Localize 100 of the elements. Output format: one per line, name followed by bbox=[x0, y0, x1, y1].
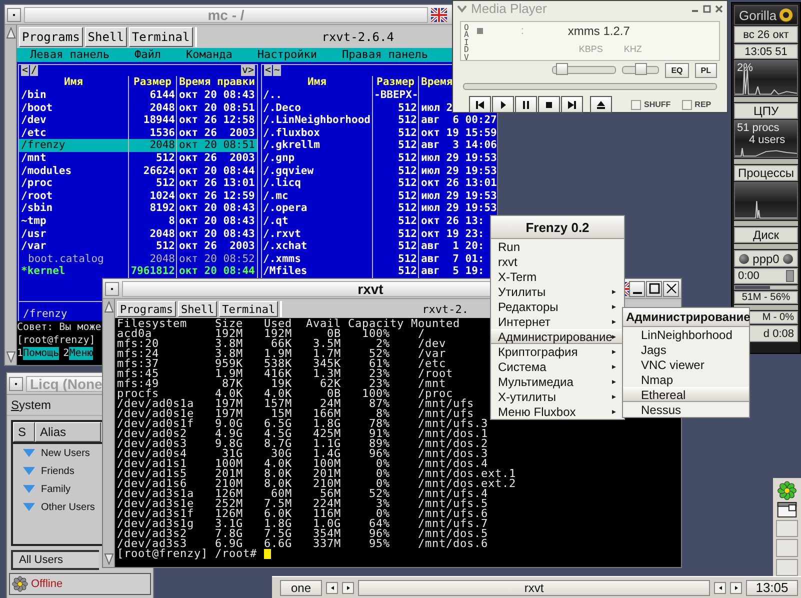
terminal-cell-text: /dev/ad0s4 bbox=[117, 449, 188, 459]
terminal-cell-text: 157M bbox=[262, 399, 292, 409]
group-name[interactable]: Family bbox=[41, 484, 70, 494]
file-row[interactable]: /sbin 8192 окт 20 08:43 bbox=[19, 202, 257, 215]
file-size: 2048 bbox=[129, 139, 177, 152]
file-name: /frenzy bbox=[19, 139, 129, 152]
file-row[interactable]: /dev 18944 окт 26 12:58 bbox=[19, 114, 257, 127]
file-time: окт 26 2003 bbox=[178, 152, 256, 165]
file-row[interactable]: /root 1024 окт 26 12:59 bbox=[19, 190, 257, 202]
file-row[interactable]: /mnt 512 окт 26 2003 bbox=[19, 152, 257, 165]
menu-item[interactable]: VNC viewer bbox=[623, 357, 749, 372]
menu-item[interactable]: rxvt bbox=[491, 254, 624, 269]
menu-item[interactable]: Система bbox=[491, 359, 624, 374]
file-row[interactable]: boot.catalog 2048 окт 20 08:52 bbox=[19, 252, 257, 266]
terminal-cell-text: /mnt/ufs.5 bbox=[417, 499, 488, 509]
menu-item[interactable]: Nmap bbox=[623, 372, 749, 387]
tab[interactable]: Terminal bbox=[128, 27, 193, 47]
tab[interactable]: Terminal bbox=[219, 301, 278, 317]
terminal-cell-text: 30G bbox=[270, 449, 292, 459]
menu-item[interactable]: Команда bbox=[186, 48, 232, 62]
file-row[interactable]: /bin 6144 окт 20 08:43 bbox=[19, 89, 257, 102]
file-name[interactable]: /.LinNeighborhood bbox=[262, 114, 373, 127]
column-header: Capacity bbox=[348, 319, 406, 329]
file-name[interactable]: /.Deco bbox=[262, 102, 373, 114]
column-header[interactable]: S bbox=[13, 422, 35, 442]
task-button[interactable]: rxvt bbox=[358, 580, 710, 596]
menu-item[interactable]: Jags bbox=[623, 342, 749, 357]
workspace-name[interactable]: one bbox=[280, 580, 322, 596]
terminal-cell: 959K bbox=[215, 359, 243, 369]
menu-item[interactable]: System bbox=[11, 398, 52, 412]
file-row[interactable]: /frenzy 2048 окт 20 08:51 bbox=[19, 139, 257, 152]
file-row[interactable]: /boot 2048 окт 20 08:51 bbox=[19, 102, 257, 114]
file-row[interactable]: /var 512 окт 26 2003 bbox=[19, 240, 257, 253]
file-name[interactable]: /.gnp bbox=[262, 152, 373, 165]
terminal-cell-text: 7.5M bbox=[262, 499, 292, 509]
file-name[interactable]: /.gkrellm bbox=[262, 139, 373, 152]
tab[interactable]: Shell bbox=[84, 27, 127, 47]
terminal-cell-text: 23% bbox=[368, 369, 390, 379]
file-name[interactable]: /.rxvt bbox=[262, 228, 373, 240]
file-name[interactable]: /.. bbox=[262, 89, 373, 102]
menu-item[interactable]: Криптография bbox=[491, 344, 624, 359]
menu-item[interactable]: Run bbox=[491, 239, 624, 254]
tab[interactable]: Programs bbox=[19, 27, 83, 47]
tab[interactable]: Programs bbox=[117, 301, 176, 317]
menu-item[interactable]: Администрирование bbox=[491, 329, 624, 344]
uptime-text: d 0:08 bbox=[763, 328, 794, 340]
menu-item[interactable]: X-утилиты bbox=[491, 389, 624, 404]
file-row[interactable]: ~tmp 8 окт 20 08:43 bbox=[19, 214, 257, 228]
tab[interactable]: Shell bbox=[178, 301, 218, 317]
group-name[interactable]: New Users bbox=[41, 448, 90, 458]
terminal-cell-text: 1.8G bbox=[262, 519, 292, 529]
terminal-cell-text: 1.7M bbox=[312, 349, 341, 359]
group-name[interactable]: Friends bbox=[41, 466, 74, 476]
file-name[interactable]: /.qt bbox=[262, 214, 373, 228]
menu-item-label: X-утилиты bbox=[498, 390, 556, 404]
file-time: окт 26 2003 bbox=[178, 126, 256, 140]
file-size: 512 bbox=[373, 202, 419, 215]
file-name[interactable]: /.gqview bbox=[262, 164, 373, 178]
status-text: Offline bbox=[31, 578, 63, 590]
menu-item[interactable]: LinNeighborhood bbox=[623, 327, 749, 342]
terminal-cell-text: 95% bbox=[368, 539, 390, 549]
file-name[interactable]: /.mc bbox=[262, 190, 373, 202]
shuffle-toggle[interactable]: SHUFF bbox=[631, 100, 671, 110]
menu-item[interactable]: Настройки bbox=[257, 48, 317, 62]
menu-item[interactable]: Правая панель bbox=[342, 48, 428, 62]
toggle-button[interactable]: EQ bbox=[665, 62, 689, 78]
function-key[interactable]: Меню bbox=[69, 347, 94, 360]
menu-item[interactable]: Редакторы bbox=[491, 299, 624, 314]
menu-item[interactable]: Мультимедиа bbox=[491, 374, 624, 389]
terminal-cell-text: /dev/ad3s3 bbox=[117, 539, 188, 549]
repeat-toggle[interactable]: REP bbox=[682, 100, 712, 110]
menu-item[interactable]: Ethereal bbox=[623, 387, 749, 402]
terminal-cell-text: 210M bbox=[312, 479, 341, 489]
file-row[interactable]: /usr 2048 окт 20 08:43 bbox=[19, 228, 257, 240]
toggle-button[interactable]: PL bbox=[694, 62, 717, 78]
function-key[interactable]: Помощь bbox=[23, 347, 60, 360]
terminal-cell-text: 6.0K bbox=[262, 509, 292, 519]
group-dropdown[interactable]: All Users bbox=[11, 550, 99, 570]
column-header[interactable]: Alias bbox=[35, 422, 101, 442]
file-row[interactable]: /proc 512 окт 26 13:01 bbox=[19, 177, 257, 190]
status-button[interactable]: Offline bbox=[9, 573, 151, 595]
file-name[interactable]: /.licq bbox=[262, 177, 373, 190]
file-name[interactable]: /.fluxbox bbox=[262, 126, 373, 140]
file-name[interactable]: /.opera bbox=[262, 202, 373, 215]
group-name[interactable]: Other Users bbox=[41, 502, 95, 512]
menu-item[interactable]: Файл bbox=[134, 48, 161, 62]
file-row[interactable]: /modules 26624 окт 20 08:44 bbox=[19, 164, 257, 178]
terminal-cell-text: 4.0K bbox=[262, 389, 292, 399]
menu-item[interactable]: Левая панель bbox=[30, 48, 110, 62]
back-marker[interactable]: < bbox=[264, 65, 272, 76]
terminal-cell-text: procfs bbox=[117, 389, 160, 399]
terminal-cell-text: /mnt/dos.5 bbox=[417, 529, 488, 539]
file-name[interactable]: /.xmms bbox=[262, 252, 373, 266]
history-marker[interactable]: v> bbox=[240, 65, 255, 76]
menu-item[interactable]: Nessus bbox=[623, 402, 749, 417]
back-marker[interactable]: < bbox=[21, 65, 30, 76]
terminal-cell-text: /mnt/dos.ext.1 bbox=[417, 469, 516, 479]
menu-item[interactable]: Меню Fluxbox bbox=[491, 404, 624, 419]
file-name[interactable]: /.xchat bbox=[262, 240, 373, 253]
menu-item[interactable]: Интернет bbox=[491, 314, 624, 329]
